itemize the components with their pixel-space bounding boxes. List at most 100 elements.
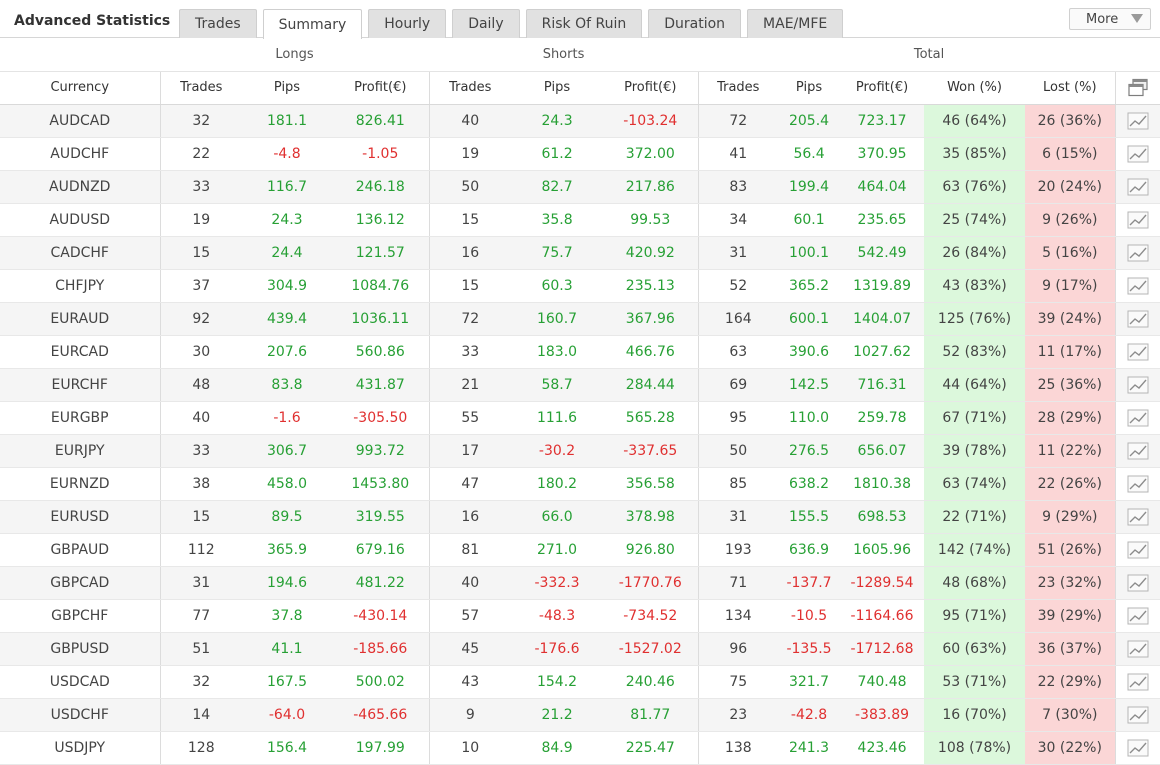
total-trades-cell: 95 — [698, 401, 779, 435]
row-chart-button[interactable] — [1115, 236, 1160, 270]
line-chart-icon[interactable] — [1127, 244, 1149, 262]
currency-cell: USDCAD — [0, 665, 161, 699]
total-trades-cell: 34 — [698, 203, 779, 237]
total-trades-cell: 72 — [698, 104, 779, 138]
total-trades-cell: 52 — [698, 269, 779, 303]
shorts-trades-cell: 40 — [429, 566, 512, 600]
longs-trades-cell: 14 — [160, 698, 242, 732]
table-row: CADCHF 15 24.4 121.57 16 75.7 420.92 31 100.1 542… — [0, 236, 1160, 270]
multi-window-icon[interactable] — [1127, 78, 1149, 98]
row-chart-button[interactable] — [1115, 566, 1160, 600]
row-chart-button[interactable] — [1115, 533, 1160, 567]
total-trades-cell: 75 — [698, 665, 779, 699]
currency-cell: GBPUSD — [0, 632, 161, 666]
tab-risk-of-ruin[interactable]: Risk Of Ruin — [525, 9, 643, 38]
total-pips-cell: -137.7 — [778, 566, 841, 600]
longs-trades-cell: 33 — [160, 170, 242, 204]
won-cell: 43 (83%) — [924, 269, 1026, 303]
longs-trades-cell: 32 — [160, 665, 242, 699]
shorts-profit-cell: 367.96 — [603, 302, 699, 336]
table-row: EURCHF 48 83.8 431.87 21 58.7 284.44 69 142.5 716… — [0, 368, 1160, 402]
col-header-longs-pips: Pips — [242, 71, 332, 105]
total-profit-cell: 259.78 — [840, 401, 925, 435]
tab-trades[interactable]: Trades — [179, 9, 257, 38]
shorts-pips-cell: 183.0 — [511, 335, 604, 369]
longs-trades-cell: 15 — [160, 500, 242, 534]
line-chart-icon[interactable] — [1127, 277, 1149, 295]
shorts-profit-cell: -1770.76 — [603, 566, 699, 600]
header-action[interactable] — [1115, 71, 1160, 105]
line-chart-icon[interactable] — [1127, 607, 1149, 625]
tab-duration[interactable]: Duration — [648, 9, 742, 38]
more-dropdown[interactable]: More — [1069, 8, 1151, 30]
row-chart-button[interactable] — [1115, 170, 1160, 204]
row-chart-button[interactable] — [1115, 335, 1160, 369]
row-chart-button[interactable] — [1115, 500, 1160, 534]
row-chart-button[interactable] — [1115, 731, 1160, 765]
row-chart-button[interactable] — [1115, 269, 1160, 303]
line-chart-icon[interactable] — [1127, 178, 1149, 196]
line-chart-icon[interactable] — [1127, 343, 1149, 361]
longs-pips-cell: 365.9 — [242, 533, 332, 567]
won-cell: 22 (71%) — [924, 500, 1026, 534]
longs-profit-cell: 826.41 — [332, 104, 430, 138]
shorts-pips-cell: -48.3 — [511, 599, 604, 633]
shorts-profit-cell: -103.24 — [603, 104, 699, 138]
longs-profit-cell: 1453.80 — [332, 467, 430, 501]
line-chart-icon[interactable] — [1127, 706, 1149, 724]
longs-pips-cell: 37.8 — [242, 599, 332, 633]
row-chart-button[interactable] — [1115, 401, 1160, 435]
longs-pips-cell: 194.6 — [242, 566, 332, 600]
longs-trades-cell: 77 — [160, 599, 242, 633]
shorts-trades-cell: 17 — [429, 434, 512, 468]
line-chart-icon[interactable] — [1127, 310, 1149, 328]
line-chart-icon[interactable] — [1127, 112, 1149, 130]
won-cell: 53 (71%) — [924, 665, 1026, 699]
line-chart-icon[interactable] — [1127, 211, 1149, 229]
table-body: AUDCAD 32 181.1 826.41 40 24.3 -103.24 72 205.4 7… — [0, 104, 1160, 765]
row-chart-button[interactable] — [1115, 632, 1160, 666]
total-pips-cell: 321.7 — [778, 665, 841, 699]
row-chart-button[interactable] — [1115, 665, 1160, 699]
line-chart-icon[interactable] — [1127, 640, 1149, 658]
line-chart-icon[interactable] — [1127, 409, 1149, 427]
total-pips-cell: 241.3 — [778, 731, 841, 765]
shorts-trades-cell: 21 — [429, 368, 512, 402]
shorts-trades-cell: 47 — [429, 467, 512, 501]
group-header-longs: Longs — [160, 38, 430, 72]
tab-hourly[interactable]: Hourly — [368, 9, 447, 38]
table-row: GBPUSD 51 41.1 -185.66 45 -176.6 -1527.02 96 -13… — [0, 632, 1160, 666]
line-chart-icon[interactable] — [1127, 442, 1149, 460]
shorts-pips-cell: -30.2 — [511, 434, 604, 468]
table-row: USDCAD 32 167.5 500.02 43 154.2 240.46 75 321.7 7… — [0, 665, 1160, 699]
line-chart-icon[interactable] — [1127, 145, 1149, 163]
tab-daily[interactable]: Daily — [452, 9, 520, 38]
table-row: AUDCAD 32 181.1 826.41 40 24.3 -103.24 72 205.4 7… — [0, 104, 1160, 138]
lost-cell: 51 (26%) — [1025, 533, 1116, 567]
tab-summary[interactable]: Summary — [262, 9, 363, 39]
row-chart-button[interactable] — [1115, 104, 1160, 138]
line-chart-icon[interactable] — [1127, 673, 1149, 691]
chevron-down-icon — [1131, 14, 1143, 23]
total-trades-cell: 63 — [698, 335, 779, 369]
shorts-trades-cell: 15 — [429, 269, 512, 303]
row-chart-button[interactable] — [1115, 434, 1160, 468]
line-chart-icon[interactable] — [1127, 475, 1149, 493]
table-row: EURGBP 40 -1.6 -305.50 55 111.6 565.28 95 110.0 2… — [0, 401, 1160, 435]
tab-mae-mfe[interactable]: MAE/MFE — [747, 9, 844, 38]
line-chart-icon[interactable] — [1127, 508, 1149, 526]
line-chart-icon[interactable] — [1127, 739, 1149, 757]
shorts-profit-cell: 240.46 — [603, 665, 699, 699]
row-chart-button[interactable] — [1115, 137, 1160, 171]
row-chart-button[interactable] — [1115, 467, 1160, 501]
line-chart-icon[interactable] — [1127, 376, 1149, 394]
won-cell: 44 (64%) — [924, 368, 1026, 402]
line-chart-icon[interactable] — [1127, 541, 1149, 559]
shorts-trades-cell: 81 — [429, 533, 512, 567]
row-chart-button[interactable] — [1115, 368, 1160, 402]
row-chart-button[interactable] — [1115, 599, 1160, 633]
row-chart-button[interactable] — [1115, 203, 1160, 237]
row-chart-button[interactable] — [1115, 302, 1160, 336]
line-chart-icon[interactable] — [1127, 574, 1149, 592]
row-chart-button[interactable] — [1115, 698, 1160, 732]
